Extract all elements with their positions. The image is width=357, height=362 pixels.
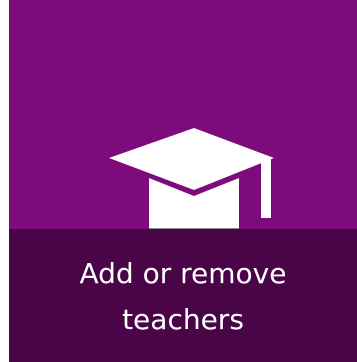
tile-label-line-2: teachers [122,303,244,336]
tile-label: Add or remove teachers [9,251,357,343]
add-or-remove-teachers-tile[interactable]: Add or remove teachers [9,0,357,362]
tile-label-line-1: Add or remove [79,257,287,290]
label-band: Add or remove teachers [9,229,357,362]
